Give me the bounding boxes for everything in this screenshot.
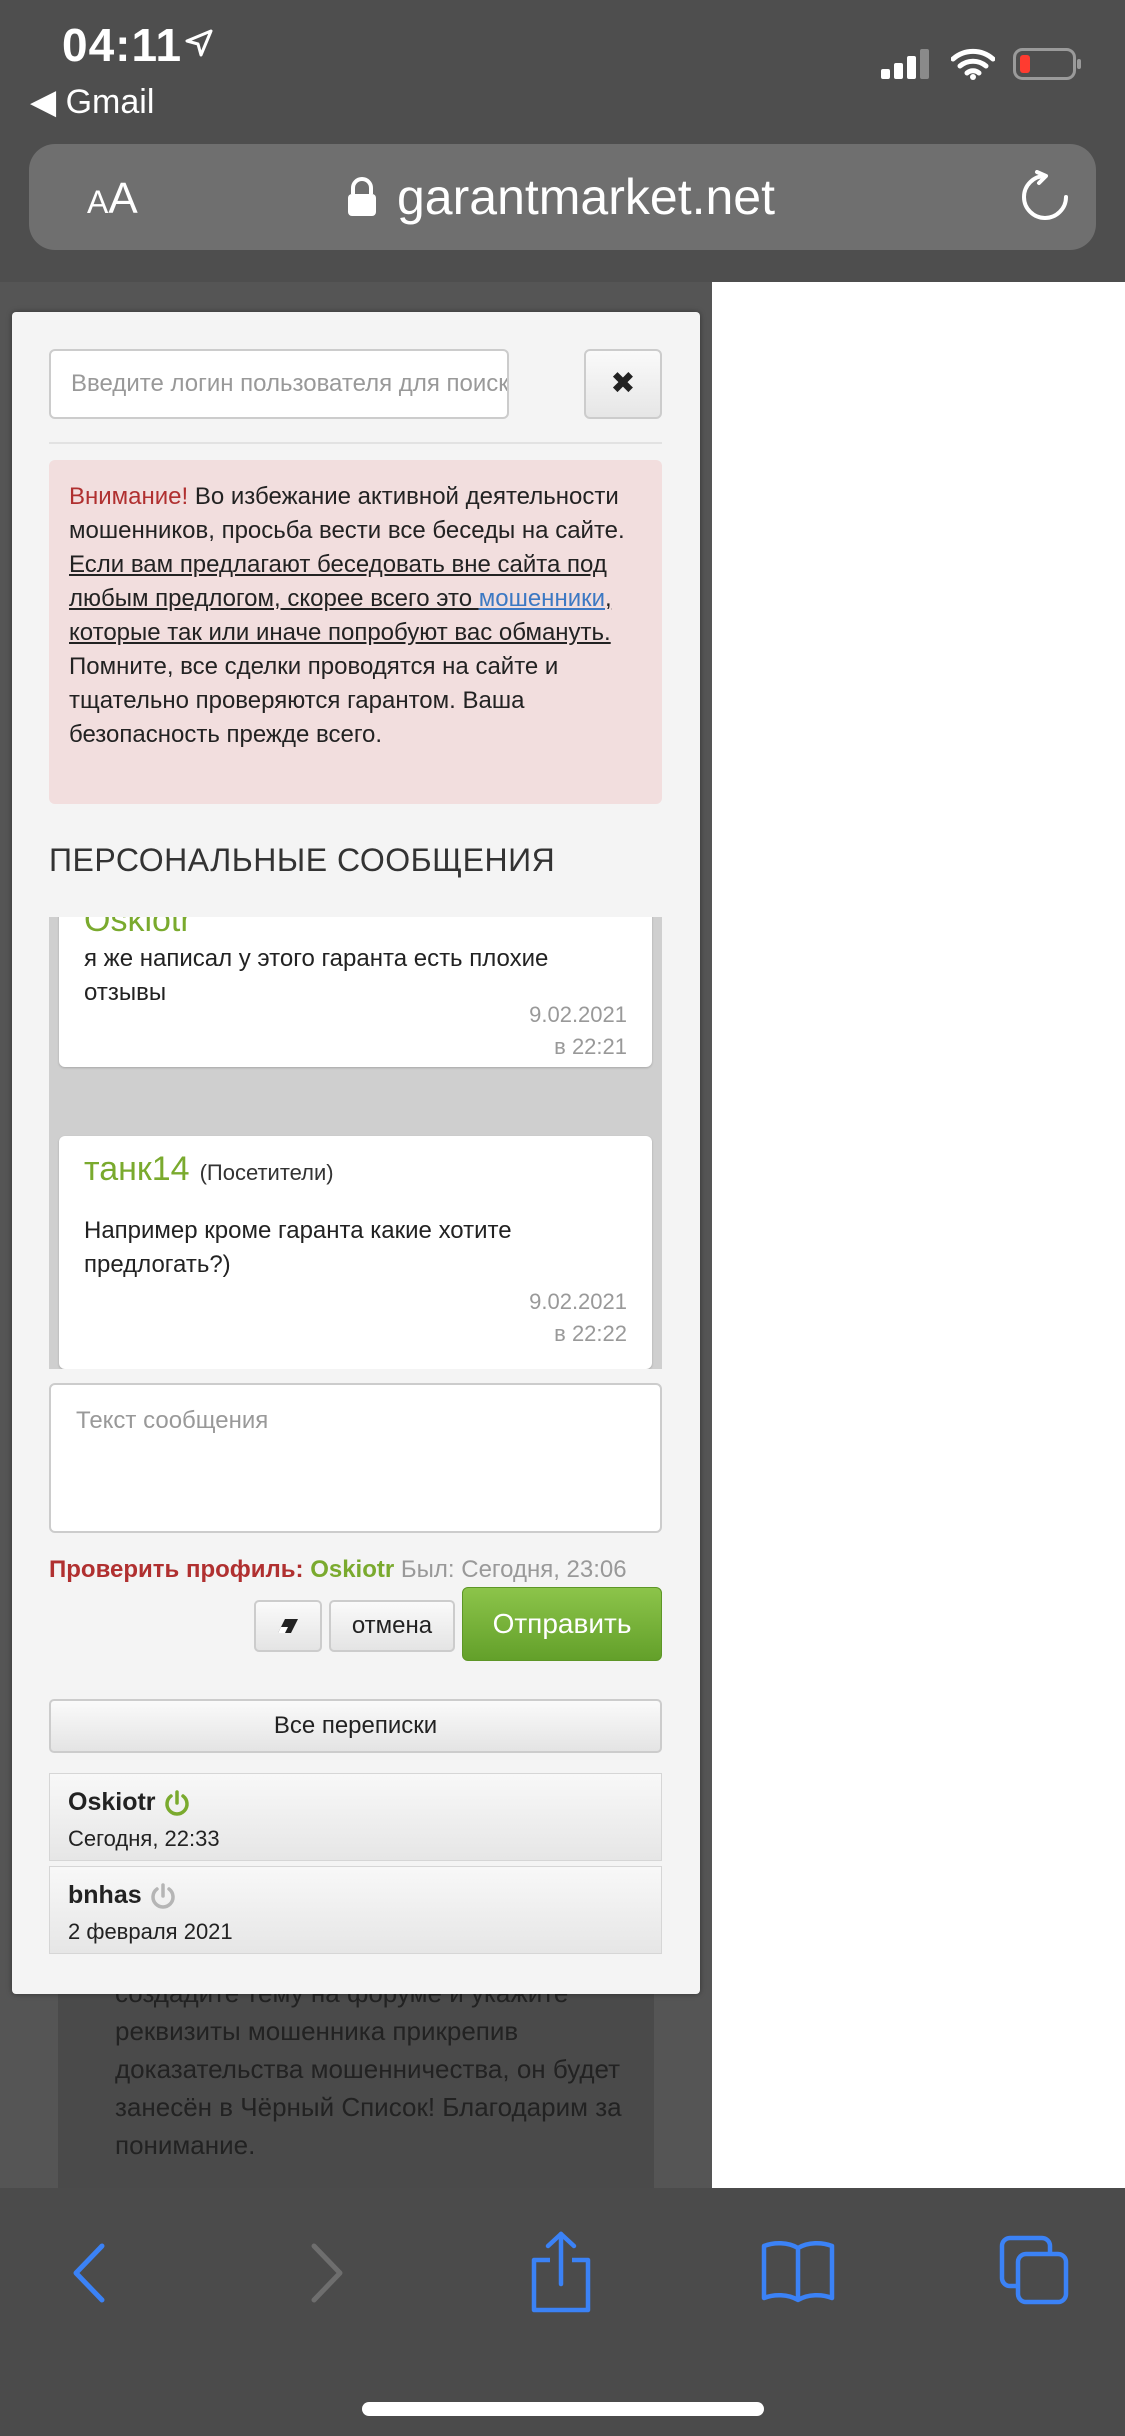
eraser-icon <box>278 1618 298 1633</box>
message-date-time: в 22:21 <box>554 1034 627 1059</box>
user-search-input[interactable]: Введите логин пользователя для поиска <box>49 349 509 419</box>
tabs-icon[interactable] <box>998 2234 1070 2306</box>
url-bar[interactable]: AA garantmarket.net <box>29 144 1096 250</box>
last-seen-text: Был: Сегодня, 23:06 <box>400 1556 627 1583</box>
conversation-name-line: bnhas <box>68 1881 176 1910</box>
back-arrow-icon[interactable] <box>64 2238 114 2308</box>
profile-check-line: Проверить профиль: Oskiotr Был: Сегодня,… <box>49 1556 627 1584</box>
wifi-icon <box>951 48 995 80</box>
url-domain[interactable]: garantmarket.net <box>397 168 775 226</box>
conversation-date: Сегодня, 22:33 <box>68 1826 220 1851</box>
background-notice-text: создадите тему на форуме и укажите рекви… <box>115 1978 622 2160</box>
all-chats-button[interactable]: Все переписки <box>49 1699 662 1753</box>
send-button[interactable]: Отправить <box>462 1587 662 1661</box>
offline-power-icon <box>150 1882 175 1909</box>
cellular-signal-icon <box>881 49 929 79</box>
conversation-date: 2 февраля 2021 <box>68 1919 233 1944</box>
message-textarea[interactable]: Текст сообщения <box>49 1383 662 1533</box>
status-icons <box>881 48 1083 80</box>
bookmarks-icon[interactable] <box>760 2238 836 2304</box>
personal-messages-title: ПЕРСОНАЛЬНЫЕ СООБЩЕНИЯ <box>49 842 556 878</box>
reload-icon[interactable] <box>1018 170 1072 224</box>
safari-bottom-toolbar <box>0 2188 1125 2436</box>
scammers-link[interactable]: мошенники <box>479 585 605 612</box>
clear-button[interactable] <box>254 1600 322 1652</box>
message-date-time: в 22:22 <box>554 1321 627 1346</box>
message-author[interactable]: танк14 <box>84 1150 190 1188</box>
messages-modal: Введите логин пользователя для поиска ✖ … <box>12 312 700 1994</box>
message-date-day: 9.02.2021 <box>529 1289 627 1314</box>
text-size-button[interactable]: AA <box>87 174 138 224</box>
message-author[interactable]: Oskiotr <box>84 917 192 940</box>
message-date-day: 9.02.2021 <box>529 1002 627 1027</box>
forward-arrow-icon[interactable] <box>302 2238 352 2308</box>
profile-nick-link[interactable]: Oskiotr <box>310 1556 394 1583</box>
lock-icon <box>348 177 376 216</box>
home-indicator <box>362 2402 764 2416</box>
conversation-item[interactable]: Oskiotr Сегодня, 22:33 <box>49 1773 662 1861</box>
online-power-icon <box>164 1789 189 1816</box>
divider <box>49 442 662 444</box>
browser-top-chrome: 04:11 ◀ Gmail AA garantmarket.net <box>0 0 1125 282</box>
message-date: 9.02.2021 в 22:22 <box>529 1286 627 1350</box>
cancel-button[interactable]: отмена <box>329 1600 455 1652</box>
conversation-name-line: Oskiotr <box>68 1788 190 1817</box>
location-arrow-icon <box>185 29 213 57</box>
conversation-name: bnhas <box>68 1881 142 1909</box>
status-time: 04:11 <box>62 19 183 71</box>
message-author-role: (Посетители) <box>199 1160 334 1185</box>
message-thread[interactable]: Oskiotr я же написал у этого гаранта ест… <box>49 917 662 1369</box>
message-text: Например кроме гаранта какие хотите пред… <box>84 1217 512 1278</box>
message-item: танк14 (Посетители) Например кроме гарант… <box>59 1136 652 1369</box>
alert-warning-word: Внимание! <box>69 483 189 510</box>
scam-warning-alert: Внимание! Во избежание активной деятельн… <box>49 460 662 804</box>
alert-text-2: Помните, все сделки проводятся на сайте … <box>69 653 559 748</box>
message-date: 9.02.2021 в 22:21 <box>529 999 627 1063</box>
conversation-item[interactable]: bnhas 2 февраля 2021 <box>49 1866 662 1954</box>
profile-check-label: Проверить профиль: <box>49 1556 304 1583</box>
battery-low-icon <box>1013 48 1081 80</box>
back-to-app-link[interactable]: ◀ Gmail <box>30 82 154 122</box>
conversation-name: Oskiotr <box>68 1788 156 1816</box>
page-right-blank <box>712 282 1125 2188</box>
close-button[interactable]: ✖ <box>584 349 662 419</box>
share-icon[interactable] <box>528 2230 594 2314</box>
message-author-line: танк14 (Посетители) <box>84 1150 334 1189</box>
message-item: Oskiotr я же написал у этого гаранта ест… <box>59 917 652 1067</box>
